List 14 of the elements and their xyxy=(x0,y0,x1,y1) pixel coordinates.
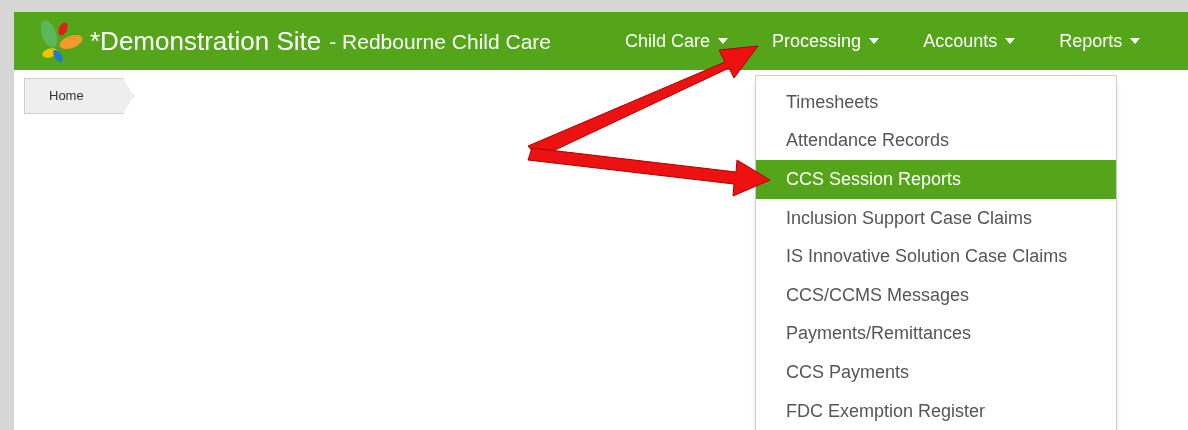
caret-icon xyxy=(869,38,880,44)
menu-item[interactable]: IS Innovative Solution Case Claims xyxy=(756,237,1116,276)
menu-item[interactable]: FDC Exemption Register xyxy=(756,391,1116,430)
menu-item[interactable]: CCS/CCMS Messages xyxy=(756,275,1116,315)
menu-item[interactable]: CCS Payments xyxy=(756,353,1116,392)
menu-item[interactable]: Timesheets xyxy=(756,83,1116,122)
caret-icon xyxy=(1130,38,1141,44)
menu-item[interactable]: Inclusion Support Case Claims xyxy=(756,198,1116,238)
caret-icon xyxy=(1005,38,1016,44)
menu-item[interactable]: Payments/Remittances xyxy=(756,314,1116,354)
menu-item[interactable]: Attendance Records xyxy=(756,121,1116,161)
site-subtitle: - Redbourne Child Care xyxy=(329,29,552,56)
breadcrumb-link[interactable]: Home xyxy=(24,78,134,114)
site-title: *Demonstration Site xyxy=(90,24,322,58)
